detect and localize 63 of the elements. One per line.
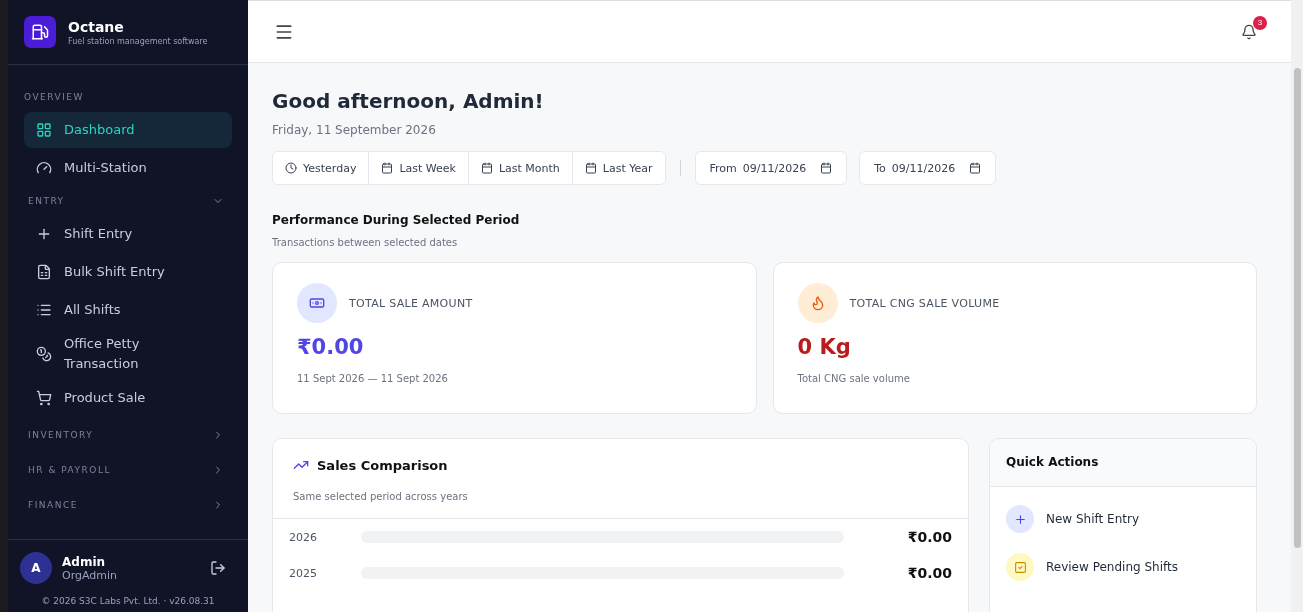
scrollbar[interactable] [1291, 0, 1303, 612]
amount-text: ₹0.00 [906, 565, 952, 581]
calendar-icon [969, 162, 982, 174]
user-name: Admin [62, 554, 107, 569]
bell-icon [1241, 23, 1257, 40]
panel-title: Sales Comparison [317, 457, 448, 473]
plus-icon [1006, 505, 1034, 533]
plus-icon [36, 226, 52, 242]
stat-value: 0 Kg [797, 335, 852, 359]
document-icon [36, 264, 52, 280]
logout-icon [210, 560, 226, 576]
section-title: Performance During Selected Period [272, 213, 521, 227]
stat-note: 11 Sept 2026 — 11 Sept 2026 [297, 373, 449, 384]
calendar-icon [480, 162, 493, 174]
date-field[interactable]: From 09/11/2026 [694, 151, 848, 185]
year-label: 2026 [289, 530, 318, 544]
amount-text: ₹0.00 [906, 529, 952, 545]
avatar: A [20, 552, 52, 584]
panel-subtitle: Same selected period across years [293, 491, 469, 502]
cart-icon [36, 390, 52, 406]
nav-item[interactable]: Shift Entry [24, 216, 232, 252]
section-subtitle: Transactions between selected dates [272, 237, 459, 248]
brand-tagline: Fuel station management software [68, 36, 208, 46]
quick-action-link[interactable]: New Shift Entry [990, 495, 1256, 543]
checkbox-icon [1006, 553, 1034, 581]
notification-badge: 3 [1253, 15, 1267, 30]
footer-text: © 2026 S3C Labs Pvt. Ltd. · v26.08.31 [40, 595, 216, 608]
nav-item[interactable]: Bulk Shift Entry [24, 254, 232, 290]
nav-item[interactable]: Dashboard [24, 112, 232, 148]
calendar-icon [584, 162, 597, 174]
greeting-heading: Good afternoon, Admin! [272, 89, 545, 113]
notification-button[interactable]: 3 [1231, 13, 1267, 50]
range-button[interactable]: Yesterday [273, 152, 370, 184]
year-label: 2025 [289, 566, 318, 580]
user-role: OrgAdmin [62, 568, 119, 582]
nav-item[interactable]: Multi-Station [24, 150, 232, 186]
stat-value: ₹0.00 [297, 335, 365, 359]
section-heading[interactable]: INVENTORY [28, 429, 94, 440]
quick-action-link[interactable]: Review Pending Shifts [990, 543, 1256, 591]
gauge-icon [36, 160, 52, 176]
cash-icon [297, 283, 337, 323]
list-icon [36, 302, 52, 318]
section-heading[interactable]: FINANCE [28, 499, 78, 510]
brand-name: Octane [68, 18, 125, 35]
nav-item[interactable]: Office Petty Transaction [24, 330, 232, 378]
date-field[interactable]: To 09/11/2026 [859, 151, 997, 185]
coins-icon [36, 346, 52, 362]
stat-note: Total CNG sale volume [797, 373, 911, 384]
clock-icon [285, 162, 297, 174]
calendar-icon [820, 162, 833, 174]
flame-icon [797, 283, 838, 323]
section-heading[interactable]: ENTRY [28, 196, 65, 206]
panel-title: Quick Actions [1006, 455, 1100, 469]
logo-icon [24, 16, 56, 48]
nav-item[interactable]: Product Sale [24, 380, 232, 416]
section-heading[interactable]: HR & PAYROLL [28, 464, 111, 475]
section-heading: OVERVIEW [24, 92, 84, 102]
stat-label: TOTAL SALE AMOUNT [349, 296, 473, 310]
calendar-icon [381, 162, 394, 174]
stat-label: TOTAL CNG SALE VOLUME [849, 296, 1000, 310]
grid-icon [36, 122, 52, 138]
date-text: Friday, 11 September 2026 [272, 123, 437, 137]
nav-item[interactable]: All Shifts [24, 292, 232, 328]
